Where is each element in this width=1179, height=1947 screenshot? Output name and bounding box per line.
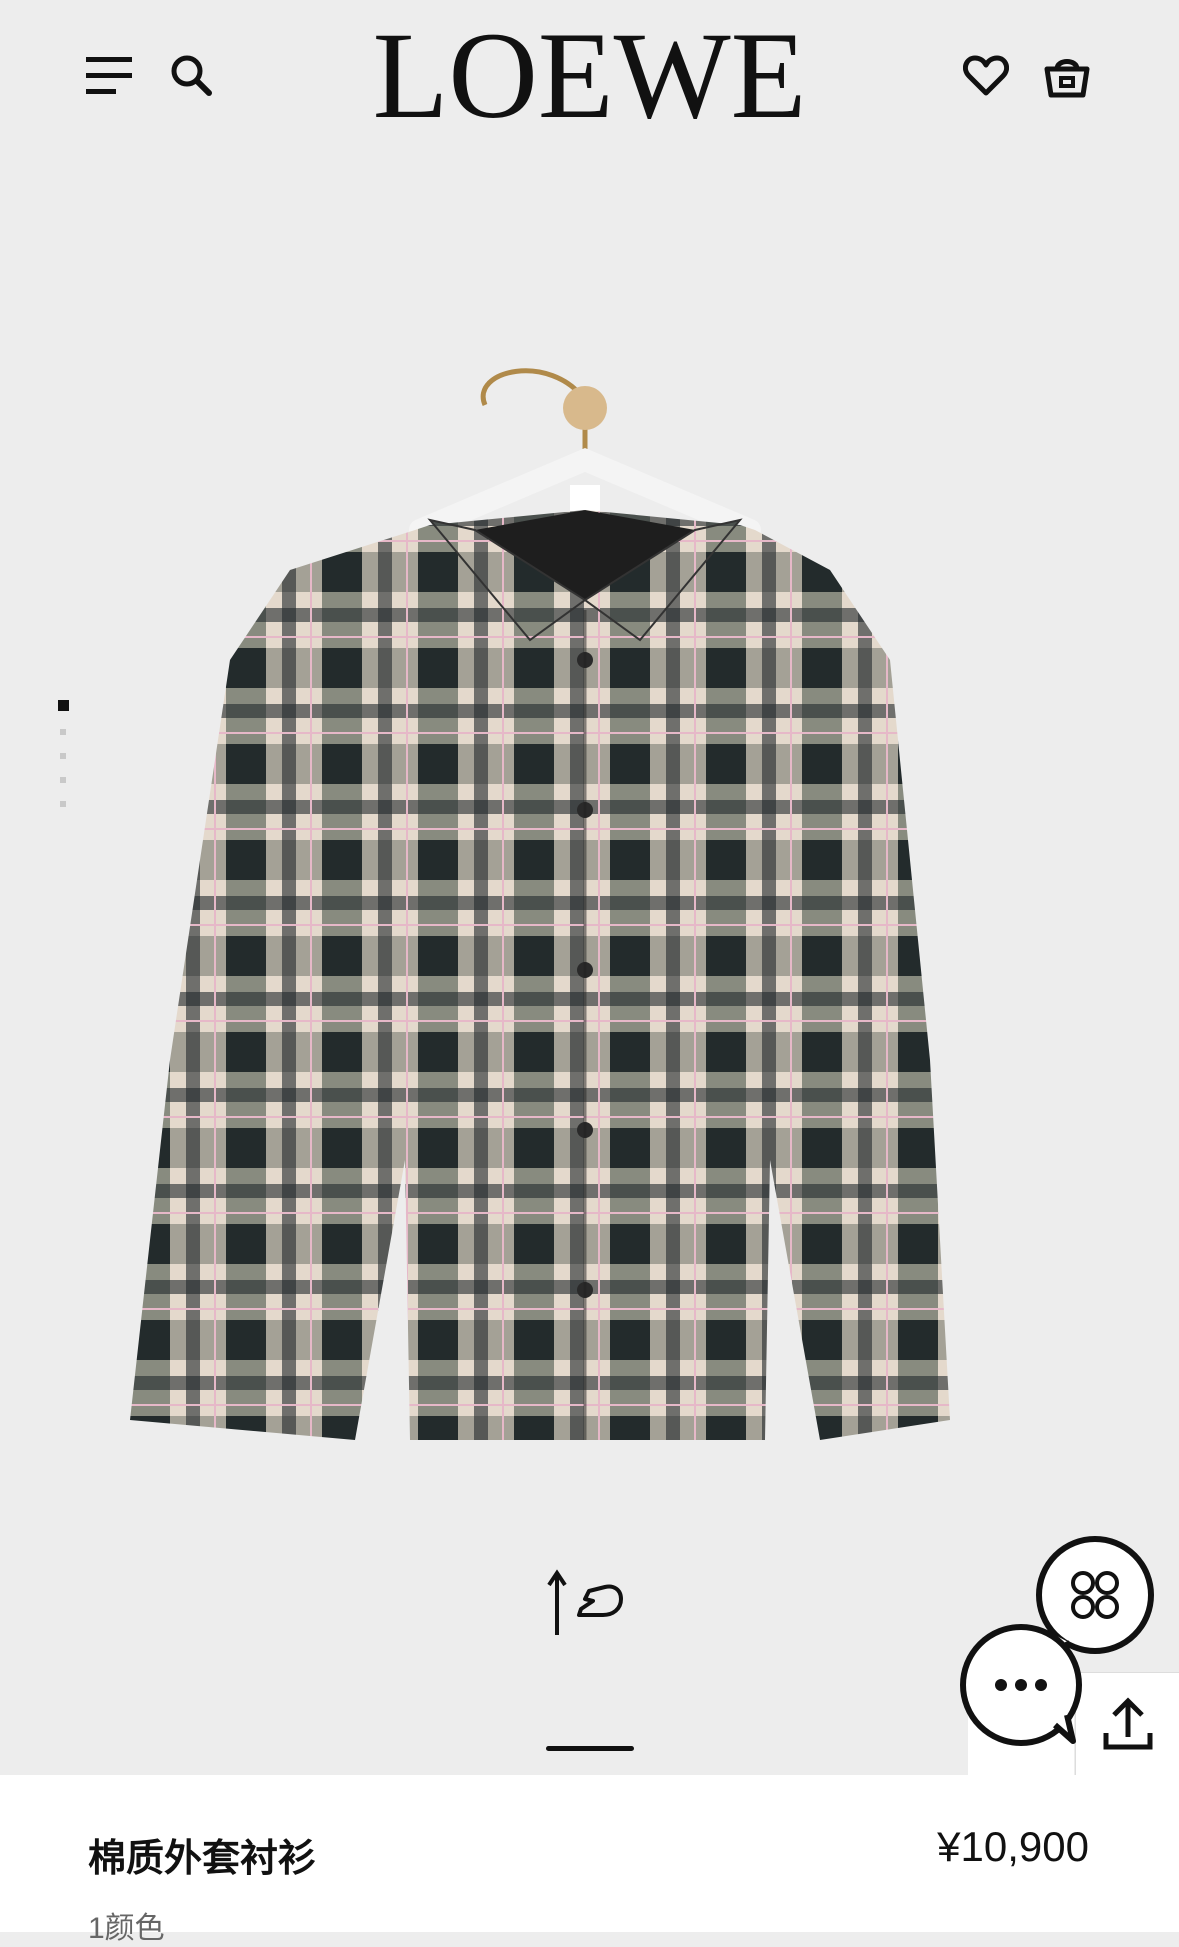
heart-icon — [963, 55, 1009, 96]
gallery-pagination[interactable] — [56, 700, 70, 807]
swipe-up-hint — [545, 1565, 635, 1650]
image-scroll-indicator — [546, 1746, 634, 1751]
wishlist-button[interactable] — [960, 50, 1012, 102]
pagination-dot[interactable] — [60, 753, 66, 759]
basket-icon — [1044, 59, 1090, 98]
plaid-shirt-image — [130, 368, 950, 1440]
product-image[interactable] — [130, 360, 1050, 1460]
chat-bubble-icon[interactable] — [955, 1535, 1179, 1775]
product-title: 棉质外套衬衫 — [88, 1838, 317, 1880]
chat-widget[interactable] — [955, 1535, 1179, 1775]
top-header: LOEWE — [0, 0, 1179, 150]
swipe-up-hand-icon — [547, 1569, 623, 1635]
product-price: ¥10,900 — [937, 1823, 1089, 1870]
pagination-dot[interactable] — [60, 729, 66, 735]
color-count[interactable]: 1颜色 — [88, 1903, 165, 1947]
bag-button[interactable] — [1040, 48, 1094, 102]
product-info: 棉质外套衬衫 ¥10,900 1颜色 — [0, 1775, 1179, 1945]
pagination-dot[interactable] — [60, 777, 66, 783]
pagination-dot[interactable] — [60, 801, 66, 807]
pagination-dot-active[interactable] — [57, 700, 69, 711]
